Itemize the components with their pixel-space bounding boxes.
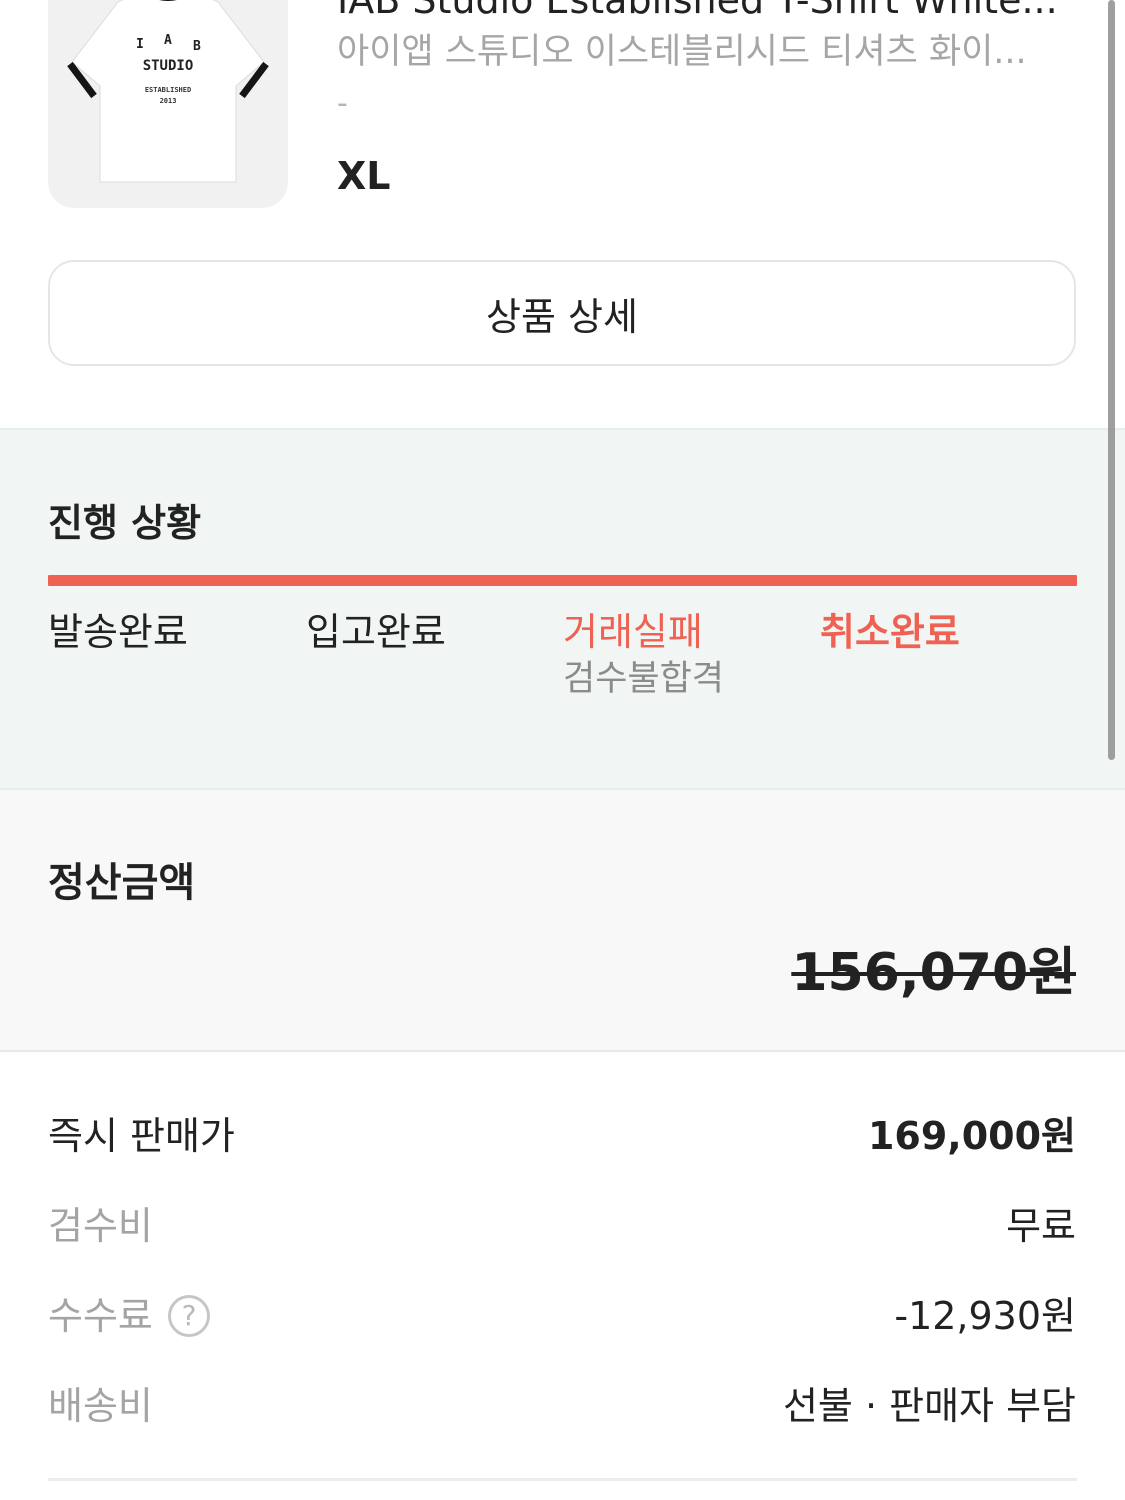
product-name-korean: 아이앱 스튜디오 이스테블리시드 티셔츠 화이... xyxy=(337,32,1027,72)
row-shipping: 배송비 선불 · 판매자 부담 xyxy=(48,1378,1076,1438)
tshirt-letter-i: I xyxy=(136,37,144,52)
row-inspection-fee: 검수비 무료 xyxy=(48,1198,1076,1258)
instant-price-label: 즉시 판매가 xyxy=(48,1114,235,1158)
product-name: IAB Studio Established T-Shirt White... xyxy=(337,0,1058,22)
scrollbar[interactable] xyxy=(1108,0,1115,760)
shipping-label: 배송비 xyxy=(48,1384,153,1428)
row-commission: 수수료 ? -12,930원 xyxy=(48,1288,1076,1348)
step-shipped: 발송완료 xyxy=(48,610,188,654)
row-instant-price: 즉시 판매가 169,000원 xyxy=(48,1108,1076,1168)
commission-value: -12,930원 xyxy=(894,1294,1076,1338)
commission-label: 수수료 xyxy=(48,1294,153,1338)
settlement-section: 정산금액 156,070원 xyxy=(0,790,1125,1052)
tshirt-letter-a: A xyxy=(164,33,172,48)
tshirt-year-text: 2013 xyxy=(160,97,177,105)
tshirt-brand-text: STUDIO xyxy=(143,58,194,74)
step-trade-failed-reason: 검수불합격 xyxy=(563,659,725,699)
product-detail-button[interactable]: 상품 상세 xyxy=(48,260,1076,366)
step-trade-failed: 거래실패 xyxy=(563,610,703,654)
instant-price-value: 169,000원 xyxy=(867,1114,1076,1158)
tshirt-letter-b: B xyxy=(193,39,201,54)
inspection-fee-label: 검수비 xyxy=(48,1204,153,1248)
product-image[interactable]: I A B STUDIO ESTABLISHED 2013 xyxy=(48,0,288,208)
shipping-value: 선불 · 판매자 부담 xyxy=(782,1384,1076,1428)
inspection-fee-value: 무료 xyxy=(1006,1204,1076,1248)
product-detail-label: 상품 상세 xyxy=(486,294,638,339)
progress-bar xyxy=(48,575,1077,586)
progress-bar-fill xyxy=(48,575,1077,586)
progress-title: 진행 상황 xyxy=(48,501,202,545)
page: I A B STUDIO ESTABLISHED 2013 IAB Studio… xyxy=(0,0,1125,1500)
step-cancelled: 취소완료 xyxy=(820,610,960,654)
divider xyxy=(48,1478,1077,1481)
tshirt-established-text: ESTABLISHED xyxy=(145,86,191,94)
product-section: I A B STUDIO ESTABLISHED 2013 IAB Studio… xyxy=(0,0,1125,428)
product-option: - xyxy=(337,86,348,121)
product-size: XL xyxy=(337,154,391,198)
settlement-amount: 156,070원 xyxy=(791,943,1076,1003)
tshirt-image: I A B STUDIO ESTABLISHED 2013 xyxy=(67,0,269,183)
step-received: 입고완료 xyxy=(306,610,446,654)
progress-section: 진행 상황 발송완료 입고완료 거래실패 검수불합격 취소완료 xyxy=(0,428,1125,790)
help-icon[interactable]: ? xyxy=(168,1295,210,1337)
settlement-title: 정산금액 xyxy=(48,860,196,906)
